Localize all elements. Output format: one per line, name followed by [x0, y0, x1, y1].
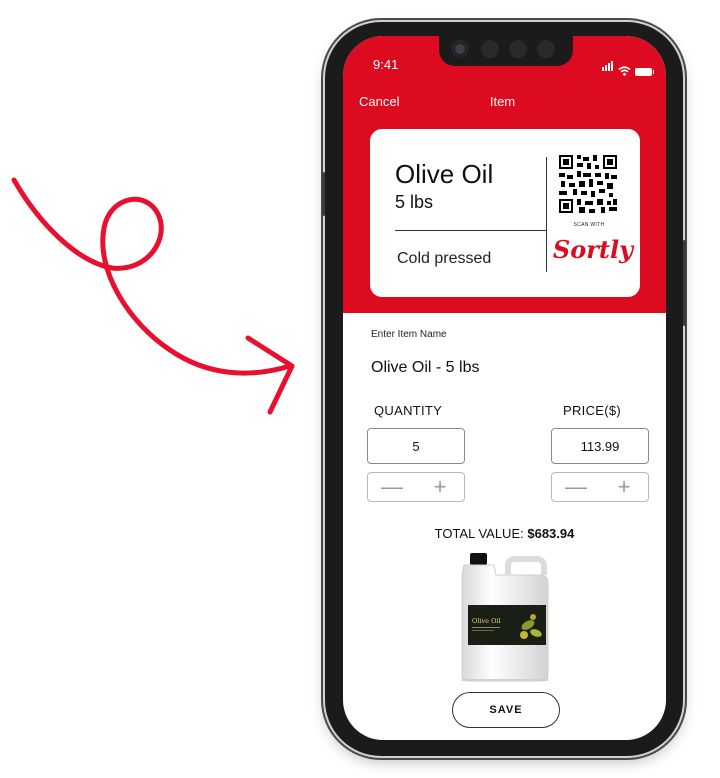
- total-value: TOTAL VALUE: $683.94: [343, 526, 666, 541]
- status-time: 9:41: [373, 57, 399, 72]
- page-title: Item: [489, 94, 516, 109]
- total-value-amount: $683.94: [527, 526, 575, 541]
- price-decrement-button[interactable]: —: [552, 473, 600, 501]
- notch: [439, 36, 573, 66]
- price-increment-button[interactable]: +: [600, 473, 648, 501]
- save-button[interactable]: SAVE: [452, 692, 560, 728]
- decorative-arrow: [11, 177, 295, 415]
- qr-code-icon: [559, 155, 617, 213]
- phone-side-button: [683, 240, 686, 326]
- quantity-label: QUANTITY: [374, 403, 443, 418]
- status-icons: [602, 58, 654, 76]
- label-divider-vertical: [546, 157, 547, 272]
- price-stepper: — +: [551, 472, 649, 502]
- product-label-title: Olive Oil: [472, 617, 501, 625]
- item-label-card: Olive Oil 5 lbs Cold pressed SCAN WITH S…: [370, 129, 640, 297]
- battery-icon: [635, 68, 654, 76]
- quantity-decrement-button[interactable]: —: [368, 473, 416, 501]
- signal-icon: [602, 58, 614, 76]
- phone-volume-button: [322, 172, 325, 216]
- camera-icon: [451, 40, 469, 58]
- total-value-label: TOTAL VALUE:: [434, 526, 524, 541]
- label-item-size: 5 lbs: [395, 192, 434, 212]
- quantity-input[interactable]: 5: [367, 428, 465, 464]
- sensor-dot: [509, 40, 527, 58]
- item-name-input[interactable]: Olive Oil - 5 lbs: [371, 359, 479, 377]
- price-input[interactable]: 113.99: [551, 428, 649, 464]
- quantity-increment-button[interactable]: +: [416, 473, 464, 501]
- label-description: Cold pressed: [397, 250, 492, 267]
- item-name-label: Enter Item Name: [371, 329, 447, 340]
- quantity-stepper: — +: [367, 472, 465, 502]
- wifi-icon: [618, 66, 631, 76]
- price-label: PRICE($): [563, 403, 622, 418]
- product-image: Olive Oil: [461, 553, 549, 682]
- sensor-dot: [537, 40, 555, 58]
- label-item-name: Olive Oil: [395, 159, 494, 189]
- sensor-dot: [481, 40, 499, 58]
- scan-with-text: SCAN WITH: [573, 222, 605, 228]
- phone-screen: 9:41 Cancel Item Olive Oil 5 lbs Cold pr…: [343, 36, 666, 740]
- label-divider: [395, 230, 547, 231]
- sortly-logo: Sortly: [552, 235, 634, 264]
